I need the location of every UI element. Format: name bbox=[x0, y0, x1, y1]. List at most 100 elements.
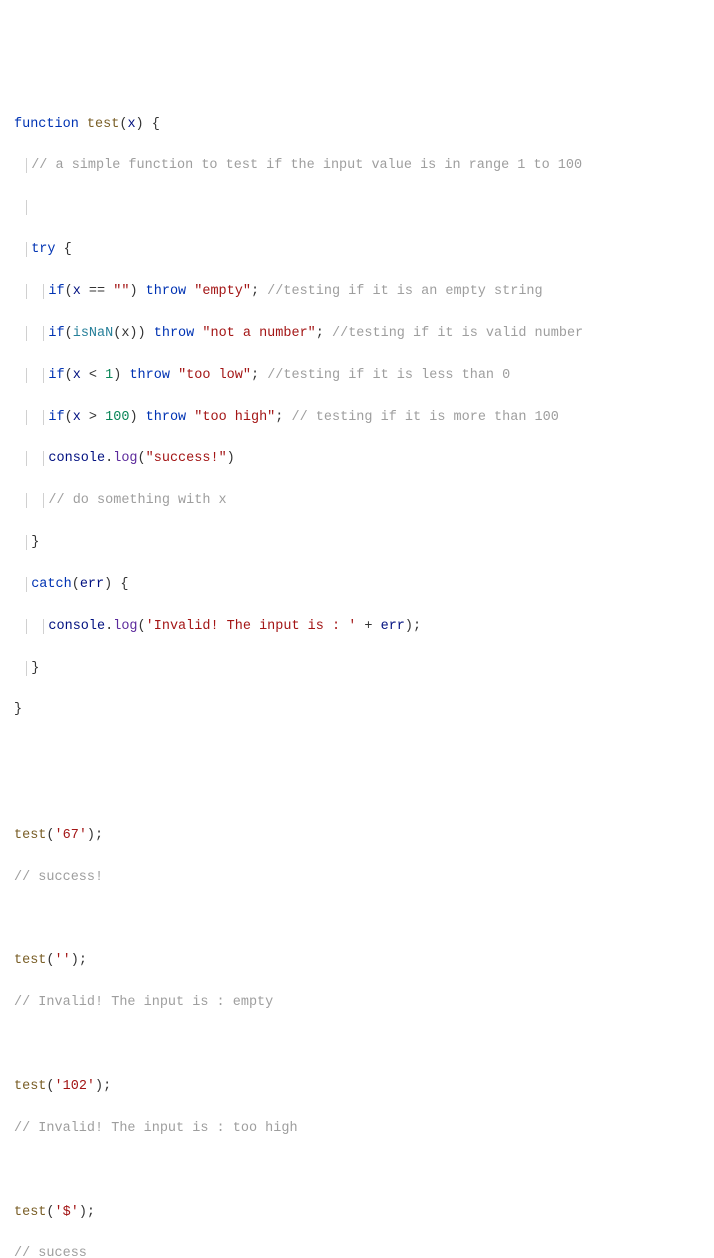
op-gt: > bbox=[81, 410, 105, 425]
param-err: err bbox=[80, 577, 104, 592]
keyword-try: try bbox=[31, 242, 55, 257]
code-line: // Invalid! The input is : too high bbox=[14, 1119, 700, 1140]
blank-line bbox=[14, 742, 700, 763]
keyword-throw: throw bbox=[129, 368, 170, 383]
blank-line bbox=[14, 1161, 700, 1182]
paren: ( bbox=[72, 577, 80, 592]
string: '102' bbox=[55, 1079, 96, 1094]
paren-semi: ); bbox=[79, 1205, 95, 1220]
keyword-if: if bbox=[48, 284, 64, 299]
paren-semi: ); bbox=[87, 828, 103, 843]
call-test: test bbox=[14, 1079, 46, 1094]
paren: ( bbox=[46, 1205, 54, 1220]
comment-output: // Invalid! The input is : too high bbox=[14, 1121, 298, 1136]
code-line: try { bbox=[14, 240, 700, 261]
code-line bbox=[14, 198, 700, 219]
keyword-throw: throw bbox=[154, 326, 195, 341]
code-line: if(x == "") throw "empty"; //testing if … bbox=[14, 282, 700, 303]
comment: //testing if it is valid number bbox=[332, 326, 583, 341]
method-log: log bbox=[113, 451, 137, 466]
string: 'Invalid! The input is : ' bbox=[146, 619, 357, 634]
code-line: } bbox=[14, 659, 700, 680]
var-x: x bbox=[73, 410, 81, 425]
comment: //testing if it is an empty string bbox=[267, 284, 542, 299]
var-x: x bbox=[73, 368, 81, 383]
paren: ( bbox=[65, 368, 73, 383]
function-name: test bbox=[87, 117, 119, 132]
keyword-throw: throw bbox=[146, 284, 187, 299]
method-log: log bbox=[113, 619, 137, 634]
paren: ( bbox=[138, 619, 146, 634]
paren: ( bbox=[65, 284, 73, 299]
comment-output: // success! bbox=[14, 870, 103, 885]
comment: // do something with x bbox=[48, 493, 226, 508]
string: "too high" bbox=[186, 410, 275, 425]
code-line: test(''); bbox=[14, 951, 700, 972]
keyword-catch: catch bbox=[31, 577, 72, 592]
code-line: if(x < 1) throw "too low"; //testing if … bbox=[14, 366, 700, 387]
brace: } bbox=[31, 661, 39, 676]
code-line: function test(x) { bbox=[14, 115, 700, 136]
string: "too low" bbox=[170, 368, 251, 383]
string: '67' bbox=[55, 828, 87, 843]
paren: ) bbox=[129, 284, 145, 299]
comment: //testing if it is less than 0 bbox=[267, 368, 510, 383]
call-test: test bbox=[14, 1205, 46, 1220]
paren: ) bbox=[227, 451, 235, 466]
paren-close: ) bbox=[136, 117, 144, 132]
code-line: console.log('Invalid! The input is : ' +… bbox=[14, 617, 700, 638]
var-x: x bbox=[73, 284, 81, 299]
code-line: test('$'); bbox=[14, 1203, 700, 1224]
number: 100 bbox=[105, 410, 129, 425]
paren: (x)) bbox=[113, 326, 154, 341]
brace: { bbox=[56, 242, 72, 257]
paren-semi: ); bbox=[71, 953, 87, 968]
space bbox=[79, 117, 87, 132]
keyword-if: if bbox=[48, 368, 64, 383]
code-line: // Invalid! The input is : empty bbox=[14, 993, 700, 1014]
code-line: } bbox=[14, 533, 700, 554]
param-x: x bbox=[127, 117, 135, 132]
string: "not a number" bbox=[194, 326, 316, 341]
code-line: catch(err) { bbox=[14, 575, 700, 596]
brace: } bbox=[31, 535, 39, 550]
string: "success!" bbox=[146, 451, 227, 466]
blank-line bbox=[14, 784, 700, 805]
brace: } bbox=[14, 702, 22, 717]
comment-output: // sucess bbox=[14, 1246, 87, 1258]
paren: ( bbox=[46, 828, 54, 843]
code-line: test('102'); bbox=[14, 1077, 700, 1098]
string: '$' bbox=[55, 1205, 79, 1220]
brace: { bbox=[144, 117, 160, 132]
code-line: } bbox=[14, 700, 700, 721]
string: '' bbox=[55, 953, 71, 968]
semi: ; bbox=[275, 410, 291, 425]
paren: ( bbox=[65, 326, 73, 341]
semi: ; bbox=[251, 368, 267, 383]
paren: ) bbox=[113, 368, 129, 383]
obj-console: console bbox=[48, 451, 105, 466]
code-block: function test(x) { // a simple function … bbox=[14, 94, 700, 1258]
obj-console: console bbox=[48, 619, 105, 634]
code-line: // a simple function to test if the inpu… bbox=[14, 156, 700, 177]
paren: ( bbox=[46, 1079, 54, 1094]
paren: ( bbox=[65, 410, 73, 425]
blank-line bbox=[14, 1035, 700, 1056]
code-line: console.log("success!") bbox=[14, 449, 700, 470]
paren-semi: ); bbox=[405, 619, 421, 634]
keyword-throw: throw bbox=[146, 410, 187, 425]
string: "" bbox=[113, 284, 129, 299]
paren-semi: ); bbox=[95, 1079, 111, 1094]
keyword-if: if bbox=[48, 326, 64, 341]
op-eq: == bbox=[81, 284, 113, 299]
code-line: // do something with x bbox=[14, 491, 700, 512]
call-test: test bbox=[14, 828, 46, 843]
semi: ; bbox=[251, 284, 267, 299]
paren: ( bbox=[138, 451, 146, 466]
paren: ( bbox=[46, 953, 54, 968]
keyword-function: function bbox=[14, 117, 79, 132]
code-line: // sucess bbox=[14, 1244, 700, 1258]
keyword-if: if bbox=[48, 410, 64, 425]
call-test: test bbox=[14, 953, 46, 968]
code-line: // success! bbox=[14, 868, 700, 889]
